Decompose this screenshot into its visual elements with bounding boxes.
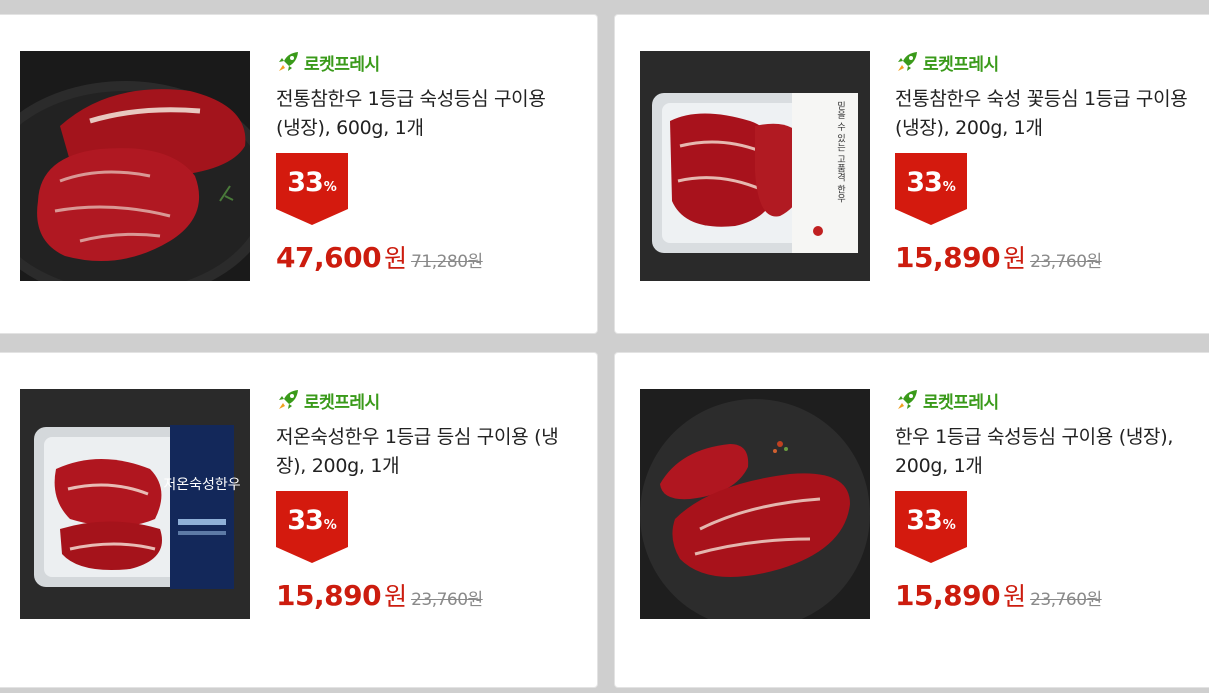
currency-unit: 원 (384, 582, 408, 611)
rocket-icon (895, 387, 921, 413)
rocket-icon (895, 49, 921, 75)
discount-unit: % (942, 518, 956, 533)
product-title[interactable]: 전통참한우 1등급 숙성등심 구이용 (냉장), 600g, 1개 (276, 85, 566, 143)
rocket-fresh-label: 로켓프레시 (304, 392, 380, 413)
steak-on-dark-plate-image (20, 51, 250, 281)
price-line: 47,600 원 71,280원 (276, 239, 566, 275)
price-line: 15,890 원 23,760원 (895, 239, 1195, 275)
product-card[interactable]: 저온숙성한우 로켓프레시 저온숙성한우 1등급 등심 구이용 (냉장), 200… (0, 352, 598, 688)
currency-unit: 원 (384, 244, 408, 273)
original-price: 23,760원 (1030, 590, 1102, 610)
package-text: 믿을 수 있는 고품격 한우 (835, 100, 845, 203)
original-price: 71,280원 (411, 252, 483, 272)
package-text: 저온숙성한우 (163, 477, 240, 493)
discount-unit: % (323, 180, 337, 195)
sale-price: 15,890 (895, 579, 1001, 612)
currency-unit: 원 (1003, 582, 1027, 611)
discount-value: 33 (906, 167, 943, 198)
product-card[interactable]: 믿을 수 있는 고품격 한우 로켓프레시 전통참한우 숙성 꽃등심 1등급 구이… (614, 14, 1209, 334)
packaged-steak-blue-label-image: 저온숙성한우 (20, 389, 250, 619)
product-card[interactable]: 로켓프레시 전통참한우 1등급 숙성등심 구이용 (냉장), 600g, 1개 … (0, 14, 598, 334)
rocket-fresh-badge: 로켓프레시 (276, 49, 566, 75)
price-line: 15,890 원 23,760원 (276, 577, 566, 613)
rocket-icon (276, 387, 302, 413)
steak-on-slate-image (640, 389, 870, 619)
discount-unit: % (942, 180, 956, 195)
discount-unit: % (323, 518, 337, 533)
rocket-fresh-label: 로켓프레시 (923, 392, 999, 413)
discount-value: 33 (906, 505, 943, 536)
product-image[interactable]: 믿을 수 있는 고품격 한우 (640, 51, 870, 281)
product-title[interactable]: 전통참한우 숙성 꽃등심 1등급 구이용 (냉장), 200g, 1개 (895, 85, 1195, 143)
discount-badge: 33% (276, 153, 348, 225)
product-image[interactable] (640, 389, 870, 619)
discount-value: 33 (287, 505, 324, 536)
product-card[interactable]: 로켓프레시 한우 1등급 숙성등심 구이용 (냉장), 200g, 1개 33%… (614, 352, 1209, 688)
product-grid: 로켓프레시 전통참한우 1등급 숙성등심 구이용 (냉장), 600g, 1개 … (0, 0, 1209, 693)
sale-price: 15,890 (276, 579, 382, 612)
original-price: 23,760원 (411, 590, 483, 610)
product-image[interactable]: 저온숙성한우 (20, 389, 250, 619)
rocket-icon (276, 49, 302, 75)
sale-price: 15,890 (895, 241, 1001, 274)
rocket-fresh-label: 로켓프레시 (923, 54, 999, 75)
product-title[interactable]: 한우 1등급 숙성등심 구이용 (냉장), 200g, 1개 (895, 423, 1195, 481)
rocket-fresh-badge: 로켓프레시 (276, 387, 566, 413)
discount-badge: 33% (276, 491, 348, 563)
rocket-fresh-label: 로켓프레시 (304, 54, 380, 75)
product-title[interactable]: 저온숙성한우 1등급 등심 구이용 (냉장), 200g, 1개 (276, 423, 566, 481)
discount-badge: 33% (895, 491, 967, 563)
discount-value: 33 (287, 167, 324, 198)
discount-badge: 33% (895, 153, 967, 225)
currency-unit: 원 (1003, 244, 1027, 273)
original-price: 23,760원 (1030, 252, 1102, 272)
packaged-steak-tray-image: 믿을 수 있는 고품격 한우 (640, 51, 870, 281)
rocket-fresh-badge: 로켓프레시 (895, 49, 1195, 75)
rocket-fresh-badge: 로켓프레시 (895, 387, 1195, 413)
sale-price: 47,600 (276, 241, 382, 274)
price-line: 15,890 원 23,760원 (895, 577, 1195, 613)
product-image[interactable] (20, 51, 250, 281)
